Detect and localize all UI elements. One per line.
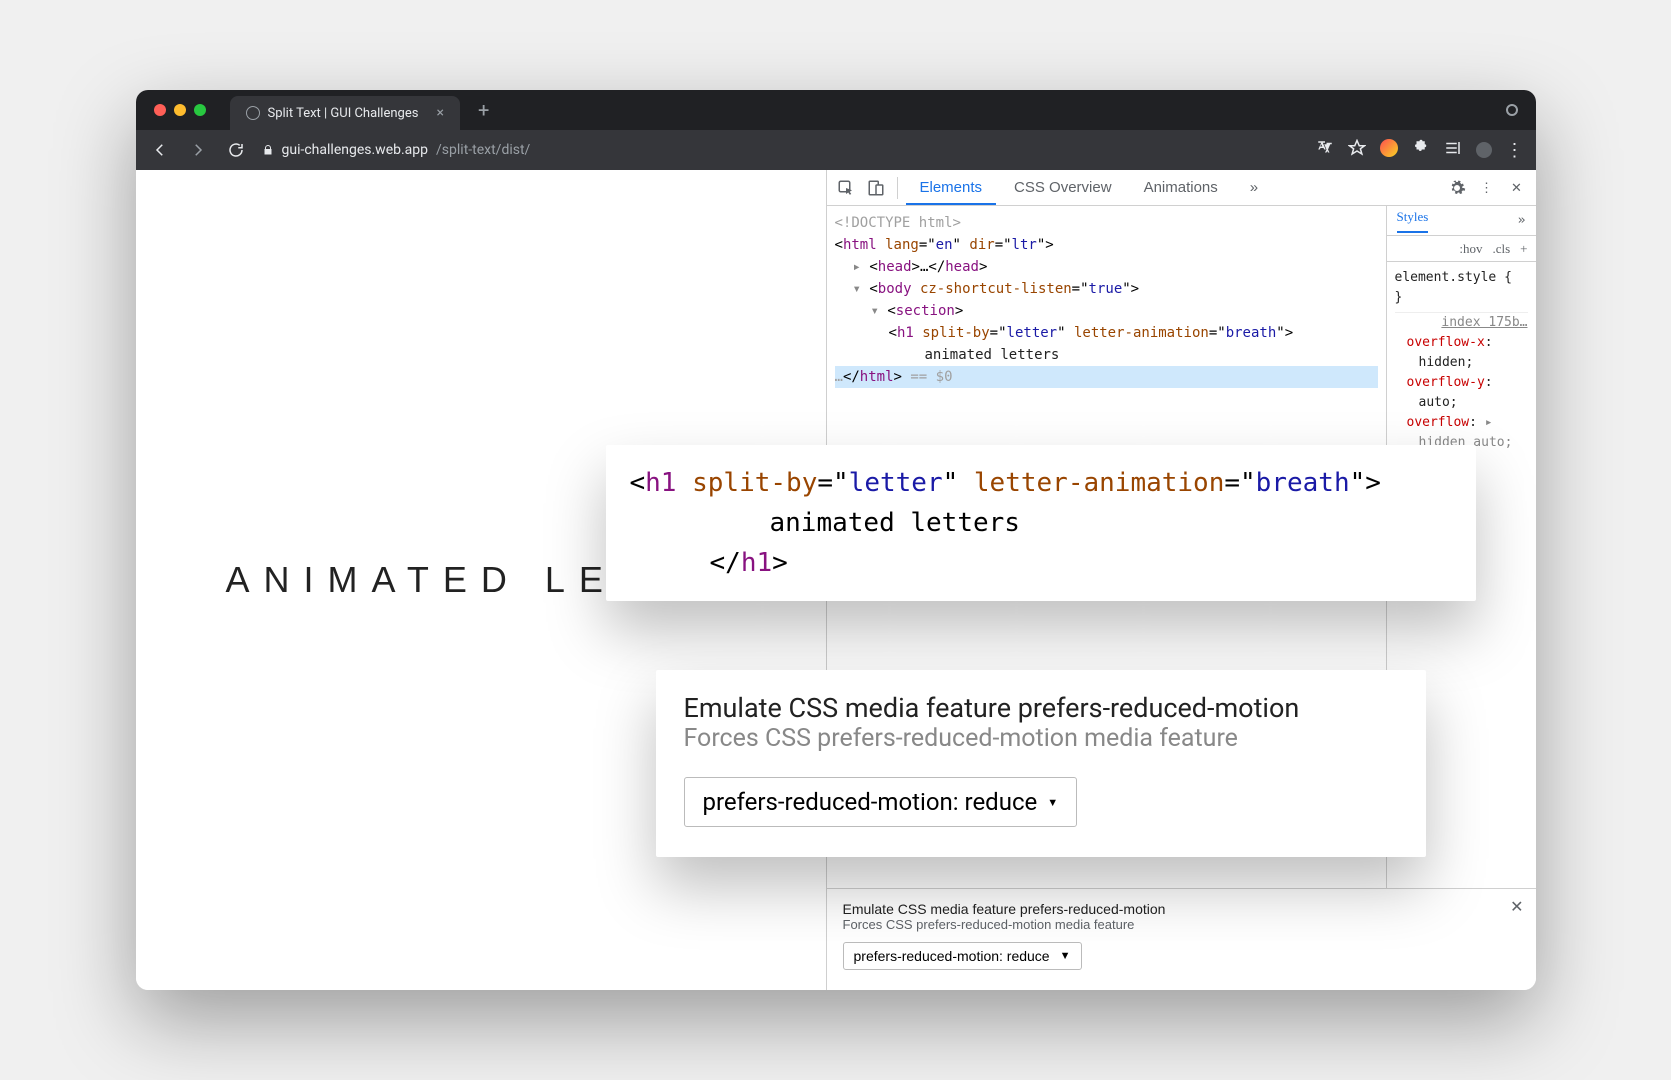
- device-toggle-icon[interactable]: [863, 179, 889, 197]
- close-drawer-icon[interactable]: ✕: [1510, 897, 1523, 917]
- address-bar[interactable]: gui-challenges.web.app/split-text/dist/: [262, 142, 531, 158]
- styles-tab[interactable]: Styles: [1397, 209, 1429, 233]
- back-button[interactable]: [148, 138, 172, 162]
- rendering-title: Emulate CSS media feature prefers-reduce…: [843, 901, 1520, 917]
- rule-close: }: [1395, 288, 1528, 308]
- rendering-sub: Forces CSS prefers-reduced-motion media …: [843, 917, 1520, 932]
- select-value: prefers-reduced-motion: reduce: [854, 948, 1050, 964]
- doctype-line: <!DOCTYPE html>: [835, 212, 1378, 234]
- overlay-reduced-motion-select[interactable]: prefers-reduced-motion: reduce ▼: [684, 777, 1078, 827]
- overlay-rendering-title: Emulate CSS media feature prefers-reduce…: [684, 692, 1398, 724]
- h1-text-line[interactable]: animated letters: [835, 344, 1378, 366]
- html-open-line[interactable]: <html lang="en" dir="ltr">: [835, 234, 1378, 256]
- chevron-down-icon: ▼: [1047, 796, 1058, 809]
- reload-button[interactable]: [224, 138, 248, 162]
- profile-icon[interactable]: [1506, 104, 1518, 116]
- body-line[interactable]: <body cz-shortcut-listen="true">: [835, 278, 1378, 300]
- add-rule-icon[interactable]: +: [1520, 241, 1527, 257]
- rule-source[interactable]: index 175b…: [1395, 312, 1528, 333]
- overlay-rendering-sub: Forces CSS prefers-reduced-motion media …: [684, 724, 1398, 753]
- new-tab-button[interactable]: +: [478, 98, 489, 122]
- section-line[interactable]: <section>: [835, 300, 1378, 322]
- devtools-tabs: Elements CSS Overview Animations » ⋮ ✕: [827, 170, 1536, 206]
- tabs-overflow[interactable]: »: [1236, 170, 1272, 205]
- head-line[interactable]: <head>…</head>: [835, 256, 1378, 278]
- content-area: ANIMATED LETTERS Elements CSS Overview A…: [136, 170, 1536, 990]
- rule-selector: element.style {: [1395, 268, 1528, 288]
- kebab-menu-icon[interactable]: ⋮: [1506, 140, 1524, 161]
- h1-open-line[interactable]: <h1 split-by="letter" letter-animation="…: [835, 322, 1378, 344]
- minimize-window-icon[interactable]: [174, 104, 186, 116]
- extensions-icon[interactable]: [1412, 139, 1430, 161]
- rendering-panel: ✕ Emulate CSS media feature prefers-redu…: [827, 888, 1536, 990]
- forward-button[interactable]: [186, 138, 210, 162]
- browser-window: Split Text | GUI Challenges × + gui-chal…: [136, 90, 1536, 990]
- extension-icon-1[interactable]: [1380, 139, 1398, 161]
- styles-body[interactable]: element.style { } index 175b… overflow-x…: [1387, 262, 1536, 459]
- lock-icon: [262, 144, 274, 156]
- url-host: gui-challenges.web.app: [282, 142, 429, 158]
- toolbar: gui-challenges.web.app/split-text/dist/ …: [136, 130, 1536, 170]
- inspect-icon[interactable]: [833, 179, 859, 197]
- close-tab-icon[interactable]: ×: [436, 105, 443, 121]
- bookmark-icon[interactable]: [1348, 139, 1366, 161]
- devtools-kebab-icon[interactable]: ⋮: [1474, 180, 1500, 196]
- window-controls: [154, 104, 206, 116]
- avatar-icon[interactable]: [1476, 142, 1492, 158]
- divider: [897, 177, 898, 199]
- translate-icon[interactable]: [1316, 139, 1334, 161]
- toolbar-actions: ⋮: [1316, 139, 1524, 161]
- titlebar: Split Text | GUI Challenges × +: [136, 90, 1536, 130]
- tab-title: Split Text | GUI Challenges: [268, 106, 419, 121]
- tab-css-overview[interactable]: CSS Overview: [1000, 170, 1126, 205]
- tab-animations[interactable]: Animations: [1130, 170, 1232, 205]
- hov-toggle[interactable]: :hov: [1459, 241, 1482, 257]
- overlay-select-value: prefers-reduced-motion: reduce: [703, 788, 1038, 816]
- overlay-code-text: animated letters: [630, 503, 1452, 543]
- html-close-line[interactable]: …</html> == $0: [835, 366, 1378, 388]
- reduced-motion-select[interactable]: prefers-reduced-motion: reduce ▼: [843, 942, 1082, 970]
- overlay-code-snippet: <h1 split-by="letter" letter-animation="…: [606, 445, 1476, 601]
- close-devtools-icon[interactable]: ✕: [1504, 180, 1530, 196]
- chevron-down-icon: ▼: [1060, 950, 1071, 962]
- styles-overflow[interactable]: »: [1518, 213, 1526, 228]
- reading-list-icon[interactable]: [1444, 139, 1462, 161]
- gear-icon[interactable]: [1444, 179, 1470, 197]
- globe-icon: [246, 106, 260, 120]
- cls-toggle[interactable]: .cls: [1492, 241, 1510, 257]
- maximize-window-icon[interactable]: [194, 104, 206, 116]
- browser-tab[interactable]: Split Text | GUI Challenges ×: [230, 96, 460, 130]
- tab-elements[interactable]: Elements: [906, 170, 997, 205]
- url-path: /split-text/dist/: [436, 142, 530, 158]
- overlay-rendering-option: Emulate CSS media feature prefers-reduce…: [656, 670, 1426, 857]
- close-window-icon[interactable]: [154, 104, 166, 116]
